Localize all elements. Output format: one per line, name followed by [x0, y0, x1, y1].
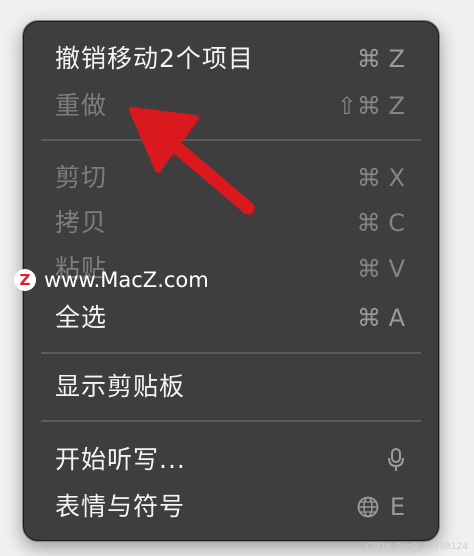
menu-item-start-dictation[interactable]: 开始听写... [23, 440, 439, 480]
menu-item-cut[interactable]: 剪切 ⌘ X [23, 158, 439, 198]
globe-icon [357, 496, 379, 518]
shortcut-label: ⌘ C [356, 209, 405, 237]
menu-item-label: 全选 [55, 303, 108, 332]
csdn-watermark: CSDN @m0_72498124 [365, 542, 468, 552]
menu-item-label: 开始听写... [55, 445, 186, 474]
menu-item-show-clipboard[interactable]: 显示剪贴板 [23, 367, 439, 407]
menu-item-select-all[interactable]: 全选 ⌘ A [23, 298, 439, 338]
shortcut-label: ⌘ A [356, 304, 405, 332]
shortcut-label: E [389, 493, 405, 521]
menu-item-label: 显示剪贴板 [55, 372, 186, 401]
shortcut-label: ⌘ Z [356, 45, 405, 73]
menu-item-label: 表情与符号 [55, 492, 186, 521]
menu-separator [41, 139, 421, 141]
watermark-text: www.MacZ.com [44, 268, 209, 292]
menu-item-undo[interactable]: 撤销移动2个项目 ⌘ Z [23, 39, 439, 79]
shortcut-label: ⌘ V [356, 255, 405, 283]
menu-separator [41, 420, 421, 422]
menu-item-redo[interactable]: 重做 ⇧⌘ Z [23, 86, 439, 126]
menu-item-label: 拷贝 [55, 208, 108, 237]
macz-logo-icon: Z [14, 269, 36, 291]
shortcut-label: ⌘ X [356, 164, 405, 192]
microphone-icon [388, 448, 404, 471]
menu-separator [41, 352, 421, 354]
menu-item-emoji-symbols[interactable]: 表情与符号 E [23, 487, 439, 527]
shortcut-label: ⇧⌘ Z [336, 92, 405, 120]
menu-item-copy[interactable]: 拷贝 ⌘ C [23, 203, 439, 243]
macz-watermark: Z www.MacZ.com [14, 267, 209, 293]
menu-item-label: 剪切 [55, 163, 108, 192]
menu-item-label: 重做 [55, 91, 108, 120]
menu-item-label: 撤销移动2个项目 [55, 44, 254, 73]
